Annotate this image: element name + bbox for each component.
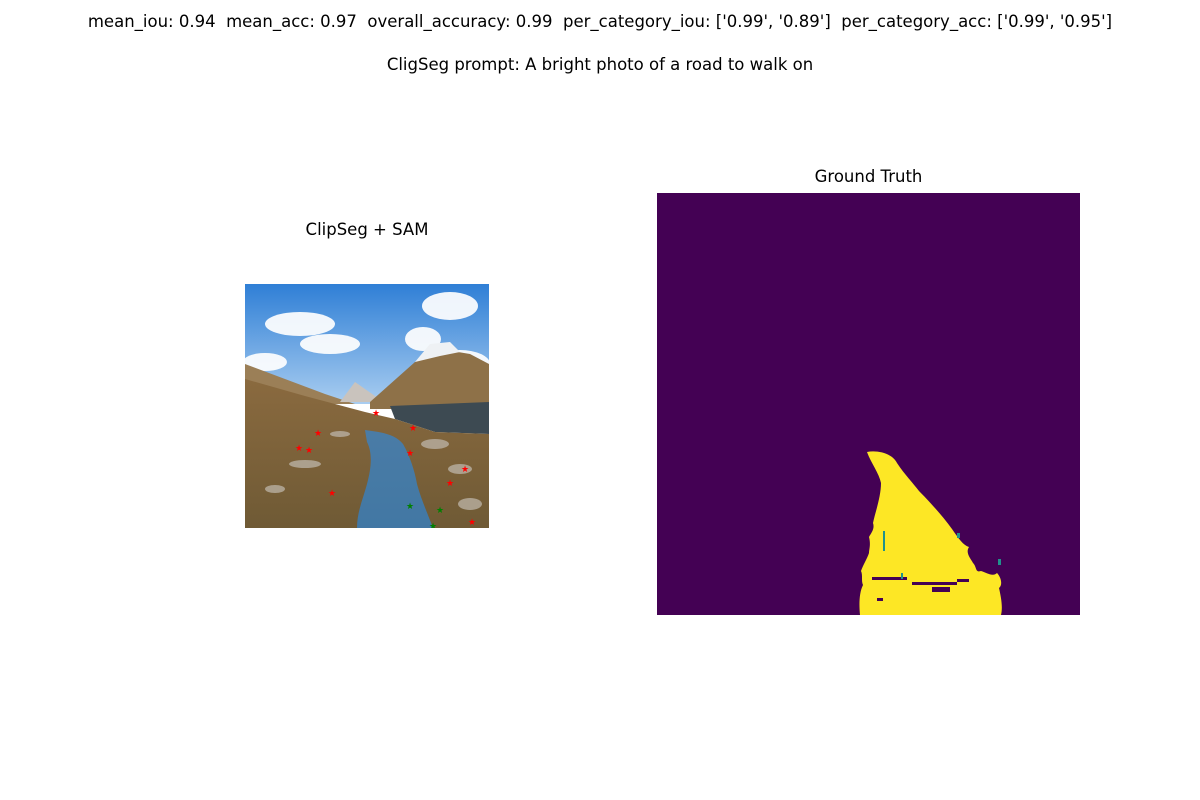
mask-background [657, 193, 1080, 615]
figure: mean_iou: 0.94 mean_acc: 0.97 overall_ac… [0, 0, 1200, 800]
metrics-text: mean_iou: 0.94 mean_acc: 0.97 overall_ac… [87, 12, 1113, 31]
positive-point-marker: ★ [406, 502, 414, 512]
negative-point-marker: ★ [372, 409, 380, 419]
negative-point-marker: ★ [409, 424, 417, 434]
negative-point-marker: ★ [328, 489, 336, 499]
negative-point-marker: ★ [406, 449, 414, 459]
positive-point-marker: ★ [436, 506, 444, 516]
negative-point-marker: ★ [446, 479, 454, 489]
prompt-text: CligSeg prompt: A bright photo of a road… [386, 55, 814, 74]
ground-truth-mask [657, 193, 1080, 615]
right-panel-title: Ground Truth [814, 167, 923, 186]
negative-point-marker: ★ [314, 429, 322, 439]
positive-point-marker: ★ [429, 522, 437, 528]
negative-point-marker: ★ [305, 446, 313, 456]
negative-point-marker: ★ [461, 465, 469, 475]
negative-point-marker: ★ [468, 518, 476, 528]
negative-point-marker: ★ [295, 444, 303, 454]
left-panel-title: ClipSeg + SAM [305, 220, 429, 239]
segmentation-overlay-image: ★ ★ ★ ★ ★ ★ ★ ★ ★ ★ ★ ★ ★ [245, 284, 489, 528]
